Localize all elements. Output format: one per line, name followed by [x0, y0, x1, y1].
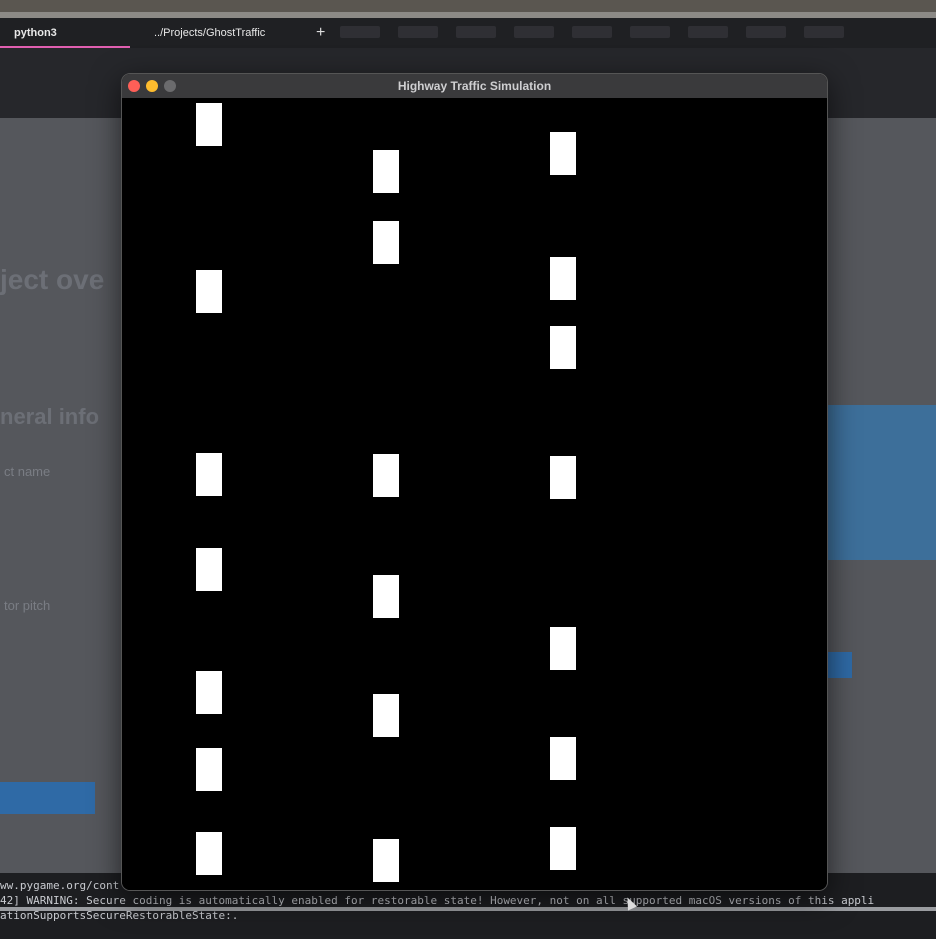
car	[550, 456, 576, 499]
terminal-line: 42] WARNING: Secure coding is automatica…	[0, 894, 875, 907]
background-tab[interactable]	[456, 26, 496, 38]
car	[550, 326, 576, 369]
background-tab[interactable]	[572, 26, 612, 38]
terminal-tab-bar: python3 ../Projects/GhostTraffic +	[0, 18, 936, 48]
car	[196, 671, 222, 714]
tab-project-path[interactable]: ../Projects/GhostTraffic	[154, 18, 265, 48]
car	[550, 827, 576, 870]
background-page-heading: ject ove	[0, 264, 105, 295]
background-tab[interactable]	[630, 26, 670, 38]
terminal-line: ww.pygame.org/cont	[0, 879, 120, 892]
car	[373, 454, 399, 497]
car	[196, 832, 222, 875]
background-tab[interactable]	[804, 26, 844, 38]
background-blue-card	[828, 405, 936, 560]
car	[196, 453, 222, 496]
car	[196, 748, 222, 791]
pygame-window[interactable]: Highway Traffic Simulation	[121, 73, 828, 891]
car	[550, 737, 576, 780]
car	[373, 839, 399, 882]
background-field-label: tor pitch	[4, 598, 51, 613]
background-tabs	[340, 26, 844, 40]
background-tab[interactable]	[398, 26, 438, 38]
car	[373, 150, 399, 193]
car	[373, 694, 399, 737]
car	[373, 575, 399, 618]
desktop-top-strip	[0, 0, 936, 12]
background-field-label: ct name	[4, 464, 51, 479]
car	[550, 132, 576, 175]
background-tab[interactable]	[746, 26, 786, 38]
car	[196, 103, 222, 146]
background-continue-button	[0, 782, 95, 814]
window-titlebar[interactable]: Highway Traffic Simulation	[122, 74, 827, 99]
car	[196, 548, 222, 591]
simulation-canvas[interactable]	[122, 98, 827, 890]
car	[196, 270, 222, 313]
background-section-heading: neral info	[0, 404, 100, 429]
terminal-divider	[0, 907, 936, 911]
background-tab[interactable]	[688, 26, 728, 38]
car	[550, 257, 576, 300]
new-tab-button[interactable]: +	[316, 18, 325, 48]
car	[373, 221, 399, 264]
window-title: Highway Traffic Simulation	[397, 79, 552, 93]
car	[550, 627, 576, 670]
background-tab[interactable]	[514, 26, 554, 38]
background-blue-button	[828, 652, 852, 678]
tab-python3[interactable]: python3	[0, 18, 130, 48]
background-tab[interactable]	[340, 26, 380, 38]
